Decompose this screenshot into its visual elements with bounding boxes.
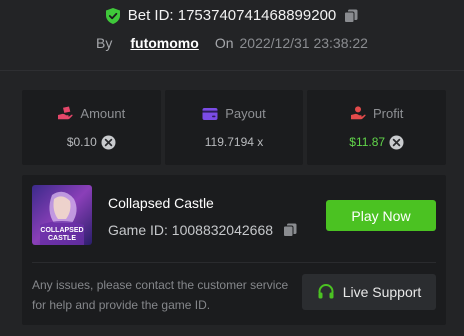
stat-amount-value: $0.10 <box>66 135 97 149</box>
thumb-title-line2: CASTLE <box>48 235 76 242</box>
headset-icon <box>318 284 334 299</box>
stat-payout: Payout 119.7194 x <box>164 90 304 165</box>
on-label: On <box>214 35 234 51</box>
game-id-row: Game ID: 1008832042668 <box>108 222 297 238</box>
stat-amount: Amount $0.10 <box>22 90 161 165</box>
header-divider <box>0 70 464 71</box>
by-label: By <box>96 35 113 51</box>
card-divider <box>32 262 436 263</box>
username-link[interactable]: futomomo <box>118 35 208 51</box>
support-help-text: Any issues, please contact the customer … <box>32 278 289 312</box>
game-thumbnail-art: COLLAPSED CASTLE <box>32 185 92 245</box>
bet-meta-row: By futomomo On 2022/12/31 23:38:22 <box>0 35 464 51</box>
thumb-title-line1: COLLAPSED <box>40 227 83 234</box>
stat-payout-value: 119.7194 x <box>204 135 264 149</box>
money-hand-icon <box>58 106 74 120</box>
bet-stats: Amount $0.10 Payout 119.7194 x Profit $1… <box>22 90 447 165</box>
live-support-label: Live Support <box>342 284 422 300</box>
stat-profit: Profit $11.87 <box>307 90 447 165</box>
wallet-icon <box>202 107 218 120</box>
game-card: COLLAPSED CASTLE Collapsed Castle Game I… <box>22 175 446 325</box>
bet-header: Bet ID: 1753740741468899200 By futomomo … <box>0 0 464 60</box>
stat-payout-label: Payout <box>225 106 266 121</box>
game-id: Game ID: 1008832042668 <box>108 222 274 238</box>
shield-check-icon <box>105 7 120 24</box>
coin-icon <box>389 135 404 149</box>
stat-profit-label: Profit <box>373 105 404 121</box>
profit-hand-icon <box>351 106 366 120</box>
copy-icon[interactable] <box>344 9 358 23</box>
stat-profit-value: $11.87 <box>349 135 386 149</box>
copy-icon[interactable] <box>283 223 297 237</box>
bet-id: Bet ID: 1753740741468899200 <box>127 7 337 24</box>
stat-amount-label: Amount <box>80 105 126 121</box>
bet-id-row: Bet ID: 1753740741468899200 <box>0 7 464 24</box>
play-now-button[interactable]: Play Now <box>326 200 436 231</box>
game-thumbnail[interactable]: COLLAPSED CASTLE <box>32 185 92 245</box>
coin-icon <box>101 135 116 149</box>
bet-date: 2022/12/31 23:38:22 <box>239 35 368 51</box>
live-support-button[interactable]: Live Support <box>302 274 436 310</box>
game-name: Collapsed Castle <box>108 195 214 211</box>
